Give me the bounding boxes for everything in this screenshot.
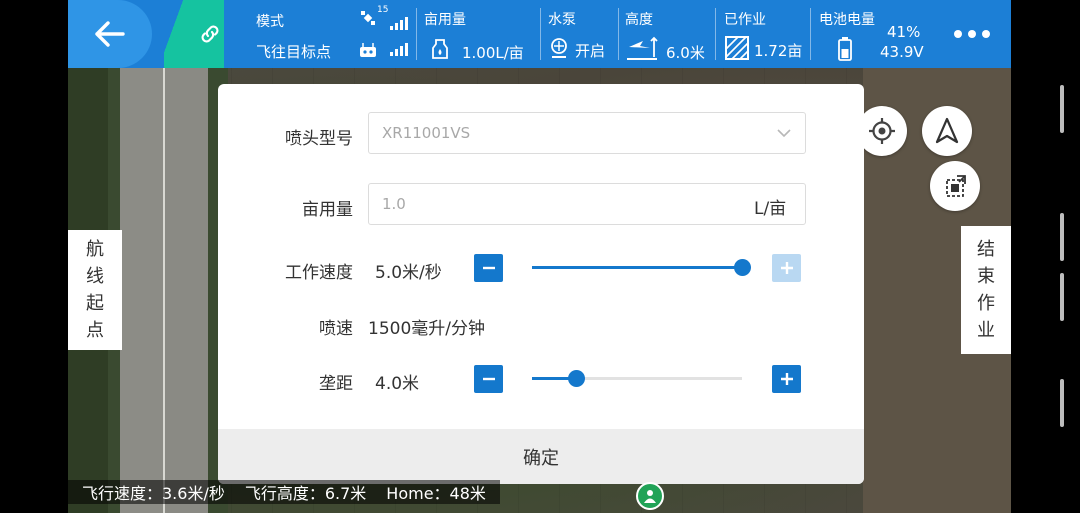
end-work-char: 束 (977, 266, 995, 287)
pump-label: 水泵 (548, 12, 576, 28)
battery-icon (838, 37, 852, 61)
device-side-button (1060, 213, 1064, 261)
user-location-button[interactable] (636, 482, 664, 510)
divider (618, 8, 619, 60)
altitude-icon (627, 36, 658, 60)
navigation-arrow-icon (935, 117, 959, 144)
spray-rate-label: 喷速 (319, 319, 353, 339)
acre-usage-input-value: 1.0 (382, 195, 406, 213)
arrow-left-icon (95, 21, 125, 47)
speed-value: 5.0米/秒 (375, 263, 442, 283)
connection-segment (164, 0, 224, 68)
liquid-tank-icon (432, 39, 448, 59)
worked-value: 1.72亩 (754, 42, 803, 60)
gps-count: 15 (377, 5, 389, 15)
speed-slider-fill (532, 266, 742, 269)
person-icon (644, 490, 656, 503)
mode-value: 飞往目标点 (256, 43, 332, 61)
route-start-char: 起 (86, 293, 104, 314)
spray-settings-dialog: 喷头型号 XR11001VS 亩用量 1.0 L/亩 工作速度 5.0米/秒 喷… (218, 84, 864, 484)
chevron-down-icon (777, 129, 791, 138)
divider (715, 8, 716, 60)
battery-voltage: 43.9V (880, 43, 924, 61)
confirm-label: 确定 (523, 447, 559, 469)
edit-area-button[interactable] (930, 161, 980, 211)
remote-controller-icon (360, 43, 376, 57)
acre-usage-unit: L/亩 (754, 199, 787, 219)
end-work-char: 业 (977, 320, 995, 341)
divider (810, 8, 811, 60)
row-spacing-label: 垄距 (319, 374, 353, 394)
nozzle-label: 喷头型号 (285, 129, 353, 149)
route-start-char: 点 (86, 320, 104, 341)
locate-button[interactable] (857, 106, 907, 156)
height-label: 高度 (625, 12, 653, 28)
compass-button[interactable] (922, 106, 972, 156)
flight-height-text: 飞行高度：6.7米 (244, 484, 367, 503)
route-start-char: 航 (86, 239, 104, 260)
worked-area-icon (725, 36, 749, 60)
speed-decrease-button[interactable] (474, 254, 503, 282)
end-work-button[interactable]: 结 束 作 业 (961, 226, 1011, 354)
satellite-icon (361, 11, 375, 25)
divider (416, 8, 417, 60)
crosshair-icon (869, 118, 895, 144)
end-work-char: 结 (977, 239, 995, 260)
area-edit-icon (946, 175, 966, 197)
spacing-increase-button[interactable] (772, 365, 801, 393)
device-side-button (1060, 273, 1064, 321)
worked-label: 已作业 (724, 12, 766, 28)
rc-signal-icon (390, 42, 408, 56)
speed-slider[interactable] (532, 259, 751, 276)
confirm-button[interactable]: 确定 (218, 429, 864, 484)
more-button[interactable] (942, 20, 1002, 48)
top-status-bar: 模式 飞往目标点 15 亩用量 1.00L/亩 水泵 开启 高度 6.0米 已作… (68, 0, 1011, 68)
battery-label: 电池电量 (819, 12, 875, 28)
home-distance-text: Home：48米 (386, 484, 486, 503)
acre-usage-label: 亩用量 (424, 12, 466, 28)
app-screen: 模式 飞往目标点 15 亩用量 1.00L/亩 水泵 开启 高度 6.0米 已作… (0, 0, 1080, 513)
spacing-slider-knob[interactable] (568, 370, 586, 387)
spacing-slider[interactable] (532, 370, 742, 387)
acre-usage-input[interactable]: 1.0 L/亩 (368, 183, 806, 225)
mode-label: 模式 (256, 14, 284, 30)
battery-percent: 41% (887, 23, 921, 41)
end-work-char: 作 (977, 293, 995, 314)
plus-icon (780, 373, 793, 385)
device-side-button (1060, 379, 1064, 427)
divider (540, 8, 541, 60)
spray-rate-value: 1500毫升/分钟 (368, 319, 485, 339)
acre-usage-value: 1.00L/亩 (462, 44, 524, 62)
flight-status-bar: 飞行速度：3.6米/秒 飞行高度：6.7米 Home：48米 (68, 480, 500, 504)
link-icon (201, 25, 219, 43)
nozzle-select-value: XR11001VS (382, 124, 471, 142)
pump-value: 开启 (575, 42, 606, 60)
minus-icon (482, 266, 495, 270)
map-road (108, 68, 228, 513)
speed-slider-knob[interactable] (734, 259, 751, 276)
gps-signal-icon (390, 16, 408, 30)
height-value: 6.0米 (666, 44, 705, 62)
more-dots-icon (954, 30, 990, 38)
nozzle-select[interactable]: XR11001VS (368, 112, 806, 154)
plus-icon (780, 262, 793, 274)
minus-icon (482, 377, 495, 381)
route-start-button[interactable]: 航 线 起 点 (68, 230, 122, 350)
speed-increase-button[interactable] (772, 254, 801, 282)
pump-icon (551, 38, 567, 58)
acre-usage-field-label: 亩用量 (302, 200, 353, 220)
row-spacing-value: 4.0米 (375, 374, 420, 394)
back-button[interactable] (68, 0, 152, 68)
speed-label: 工作速度 (285, 263, 353, 283)
route-start-char: 线 (86, 266, 104, 287)
spacing-decrease-button[interactable] (474, 365, 503, 393)
flight-speed-text: 飞行速度：3.6米/秒 (82, 484, 225, 503)
device-side-button (1060, 85, 1064, 133)
